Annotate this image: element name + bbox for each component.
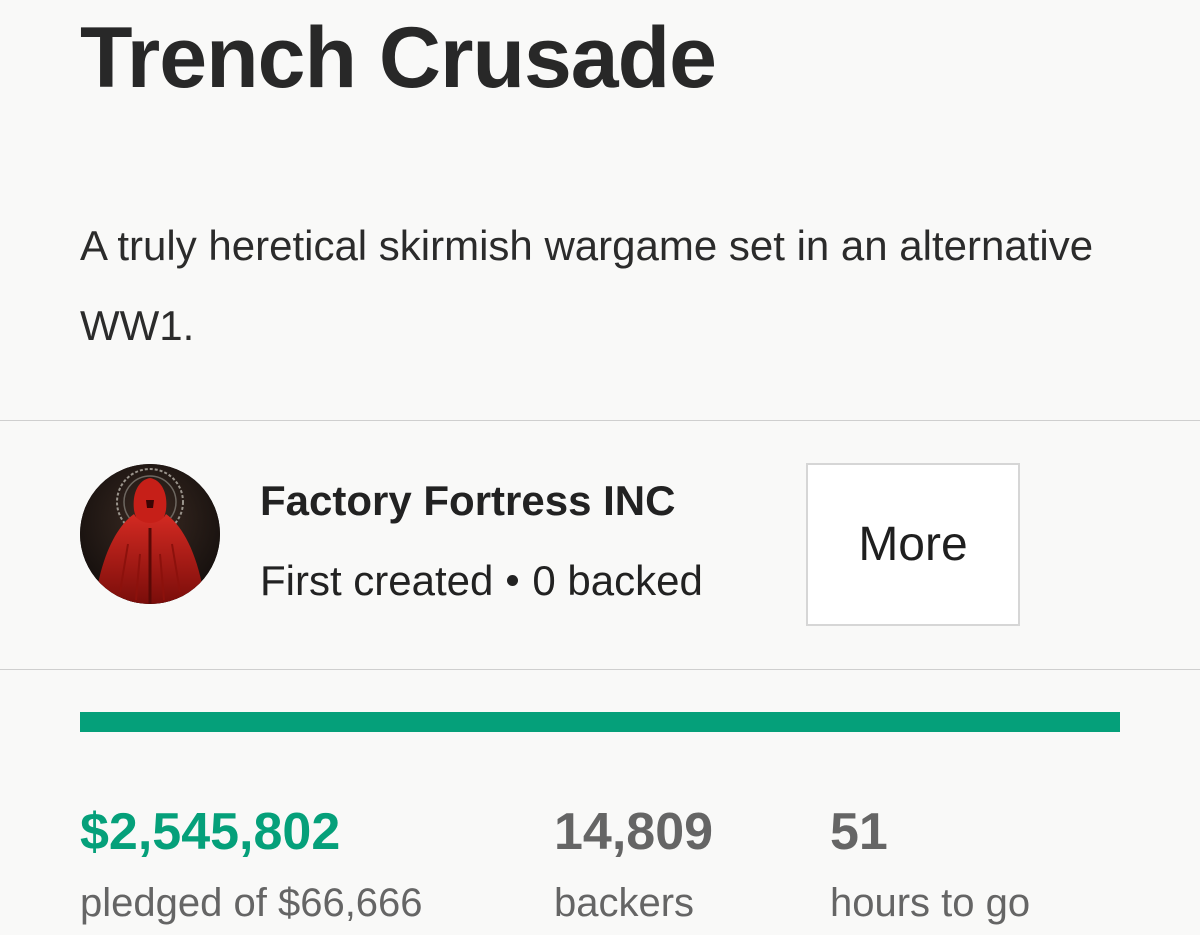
project-page: Trench Crusade A truly heretical skirmis… — [0, 0, 1200, 935]
funding-progress-fill — [80, 712, 1120, 732]
time-left-label: hours to go — [830, 881, 1031, 925]
backers-label: backers — [554, 881, 695, 925]
creator-created-text: First created — [260, 557, 494, 604]
divider — [0, 420, 1200, 421]
pledged-amount: $2,545,802 — [80, 803, 341, 861]
hooded-red-figure-icon — [80, 464, 220, 604]
creator-backed-text: 0 backed — [532, 557, 703, 604]
creator-stats: First created 0 backed — [260, 556, 703, 606]
pledged-label: pledged of $66,666 — [80, 881, 423, 925]
divider — [0, 669, 1200, 670]
creator-avatar[interactable] — [80, 464, 220, 604]
more-button[interactable]: More — [806, 463, 1020, 626]
separator-dot-icon — [507, 575, 519, 587]
time-left-value: 51 — [830, 803, 888, 861]
funding-progress-bar — [80, 712, 1120, 732]
backers-count: 14,809 — [554, 803, 714, 861]
project-title: Trench Crusade — [80, 10, 717, 106]
creator-name[interactable]: Factory Fortress INC — [260, 476, 675, 526]
project-blurb: A truly heretical skirmish wargame set i… — [80, 222, 1094, 349]
